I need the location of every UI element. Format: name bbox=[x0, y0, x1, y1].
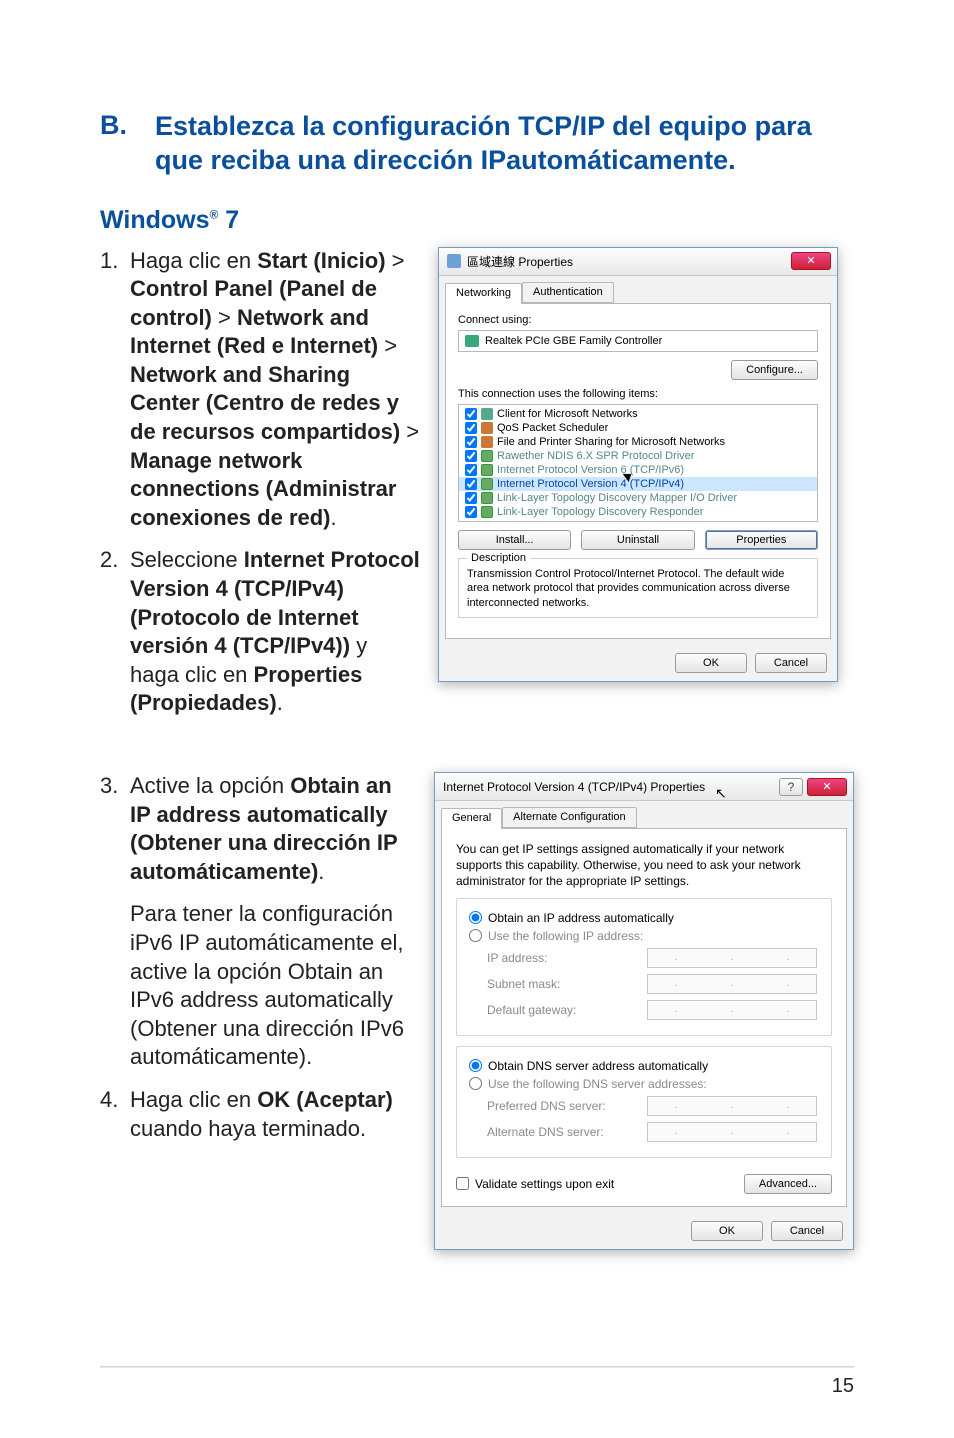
item-checkbox[interactable] bbox=[465, 450, 477, 462]
item-checkbox[interactable] bbox=[465, 464, 477, 476]
checkbox-validate[interactable] bbox=[456, 1177, 469, 1190]
network-icon bbox=[447, 254, 461, 268]
radio-use-dns-input[interactable] bbox=[469, 1077, 482, 1090]
label-subnet: Subnet mask: bbox=[487, 977, 647, 991]
step-4: Haga clic en OK (Aceptar) cuando haya te… bbox=[100, 1086, 416, 1143]
list-item[interactable]: Internet Protocol Version 4 (TCP/IPv4) bbox=[459, 477, 817, 491]
section-letter: B. bbox=[100, 110, 127, 178]
title-bar: 區域連線 Properties ✕ bbox=[439, 248, 837, 276]
item-label: File and Printer Sharing for Microsoft N… bbox=[497, 436, 725, 448]
input-ip-address: ... bbox=[647, 948, 817, 968]
list-item[interactable]: Link-Layer Topology Discovery Responder bbox=[459, 505, 817, 519]
intro-text: You can get IP settings assigned automat… bbox=[456, 841, 832, 890]
list-item[interactable]: File and Printer Sharing for Microsoft N… bbox=[459, 435, 817, 449]
radio-use-ip[interactable]: Use the following IP address: bbox=[469, 927, 819, 945]
radio-obtain-dns-input[interactable] bbox=[469, 1059, 482, 1072]
input-alt-dns: ... bbox=[647, 1122, 817, 1142]
item-checkbox[interactable] bbox=[465, 436, 477, 448]
title-bar: Internet Protocol Version 4 (TCP/IPv4) P… bbox=[435, 773, 853, 801]
items-listbox[interactable]: Client for Microsoft Networks QoS Packet … bbox=[458, 404, 818, 522]
protocol-icon bbox=[481, 422, 493, 434]
cancel-button[interactable]: Cancel bbox=[755, 653, 827, 673]
protocol-icon bbox=[481, 436, 493, 448]
protocol-icon bbox=[481, 492, 493, 504]
list-item[interactable]: Internet Protocol Version 6 (TCP/IPv6) bbox=[459, 463, 817, 477]
dialog-title: 區域連線 Properties bbox=[467, 253, 573, 270]
adapter-name: Realtek PCIe GBE Family Controller bbox=[485, 335, 662, 347]
list-item[interactable]: Rawether NDIS 6.X SPR Protocol Driver bbox=[459, 449, 817, 463]
label-uses-items: This connection uses the following items… bbox=[458, 388, 818, 400]
adapter-box: Realtek PCIe GBE Family Controller bbox=[458, 330, 818, 352]
item-label: Rawether NDIS 6.X SPR Protocol Driver bbox=[497, 450, 694, 462]
input-subnet: ... bbox=[647, 974, 817, 994]
section-heading: B. Establezca la configuración TCP/IP de… bbox=[100, 110, 854, 178]
item-checkbox[interactable] bbox=[465, 478, 477, 490]
row-steps-3-4: Active la opción Obtain an IP address au… bbox=[100, 772, 854, 1250]
description-text: Transmission Control Protocol/Internet P… bbox=[467, 567, 809, 612]
label-validate: Validate settings upon exit bbox=[475, 1177, 614, 1191]
ok-button[interactable]: OK bbox=[675, 653, 747, 673]
protocol-icon bbox=[481, 464, 493, 476]
item-checkbox[interactable] bbox=[465, 506, 477, 518]
section-title: Establezca la configuración TCP/IP del e… bbox=[155, 110, 854, 178]
input-pref-dns: ... bbox=[647, 1096, 817, 1116]
item-label: Client for Microsoft Networks bbox=[497, 408, 638, 420]
label-alt-dns: Alternate DNS server: bbox=[487, 1125, 647, 1139]
dialog-title: Internet Protocol Version 4 (TCP/IPv4) P… bbox=[443, 780, 705, 794]
page-number: 15 bbox=[832, 1375, 854, 1398]
tab-authentication[interactable]: Authentication bbox=[522, 282, 614, 303]
tab-alternate-configuration[interactable]: Alternate Configuration bbox=[502, 807, 637, 828]
help-button[interactable]: ? bbox=[779, 778, 803, 796]
install-button[interactable]: Install... bbox=[458, 530, 571, 550]
configure-button[interactable]: Configure... bbox=[731, 360, 818, 380]
adapter-icon bbox=[465, 335, 479, 347]
step-1: Haga clic en Start (Inicio) > Control Pa… bbox=[100, 247, 420, 533]
item-checkbox[interactable] bbox=[465, 492, 477, 504]
list-item[interactable]: Link-Layer Topology Discovery Mapper I/O… bbox=[459, 491, 817, 505]
ok-button[interactable]: OK bbox=[691, 1221, 763, 1241]
dialog-ipv4-properties: Internet Protocol Version 4 (TCP/IPv4) P… bbox=[434, 772, 854, 1250]
item-checkbox[interactable] bbox=[465, 422, 477, 434]
step-3-note: Para tener la configuración iPv6 IP auto… bbox=[130, 900, 416, 1072]
cancel-button[interactable]: Cancel bbox=[771, 1221, 843, 1241]
item-label: Link-Layer Topology Discovery Responder bbox=[497, 506, 703, 518]
protocol-icon bbox=[481, 506, 493, 518]
item-label: Link-Layer Topology Discovery Mapper I/O… bbox=[497, 492, 737, 504]
list-item[interactable]: Client for Microsoft Networks bbox=[459, 407, 817, 421]
label-connect-using: Connect using: bbox=[458, 314, 818, 326]
radio-obtain-ip[interactable]: Obtain an IP address automatically bbox=[469, 909, 819, 927]
row-steps-1-2: Haga clic en Start (Inicio) > Control Pa… bbox=[100, 247, 854, 733]
label-description: Description bbox=[467, 551, 530, 566]
page-rule bbox=[100, 1366, 854, 1368]
properties-button[interactable]: Properties bbox=[705, 530, 818, 550]
close-button[interactable]: ✕ bbox=[791, 252, 831, 270]
protocol-icon bbox=[481, 450, 493, 462]
protocol-icon bbox=[481, 478, 493, 490]
radio-obtain-ip-input[interactable] bbox=[469, 911, 482, 924]
tab-general[interactable]: General bbox=[441, 808, 502, 829]
item-label: Internet Protocol Version 4 (TCP/IPv4) bbox=[497, 478, 684, 490]
protocol-icon bbox=[481, 408, 493, 420]
tab-networking[interactable]: Networking bbox=[445, 283, 522, 304]
subheading-windows7: Windows® 7 bbox=[100, 206, 854, 235]
dialog-connection-properties: 區域連線 Properties ✕ Networking Authenticat… bbox=[438, 247, 838, 683]
item-label: Internet Protocol Version 6 (TCP/IPv6) bbox=[497, 464, 684, 476]
step-3: Active la opción Obtain an IP address au… bbox=[100, 772, 416, 886]
close-button[interactable]: ✕ bbox=[807, 778, 847, 796]
input-gateway: ... bbox=[647, 1000, 817, 1020]
advanced-button[interactable]: Advanced... bbox=[744, 1174, 832, 1194]
radio-use-ip-input[interactable] bbox=[469, 929, 482, 942]
label-gateway: Default gateway: bbox=[487, 1003, 647, 1017]
step-2: Seleccione Internet Protocol Version 4 (… bbox=[100, 546, 420, 718]
label-ip-address: IP address: bbox=[487, 951, 647, 965]
item-label: QoS Packet Scheduler bbox=[497, 422, 608, 434]
label-pref-dns: Preferred DNS server: bbox=[487, 1099, 647, 1113]
item-checkbox[interactable] bbox=[465, 408, 477, 420]
cursor-icon: ↖ bbox=[715, 785, 727, 802]
uninstall-button[interactable]: Uninstall bbox=[581, 530, 694, 550]
radio-obtain-dns[interactable]: Obtain DNS server address automatically bbox=[469, 1057, 819, 1075]
list-item[interactable]: QoS Packet Scheduler bbox=[459, 421, 817, 435]
radio-use-dns[interactable]: Use the following DNS server addresses: bbox=[469, 1075, 819, 1093]
